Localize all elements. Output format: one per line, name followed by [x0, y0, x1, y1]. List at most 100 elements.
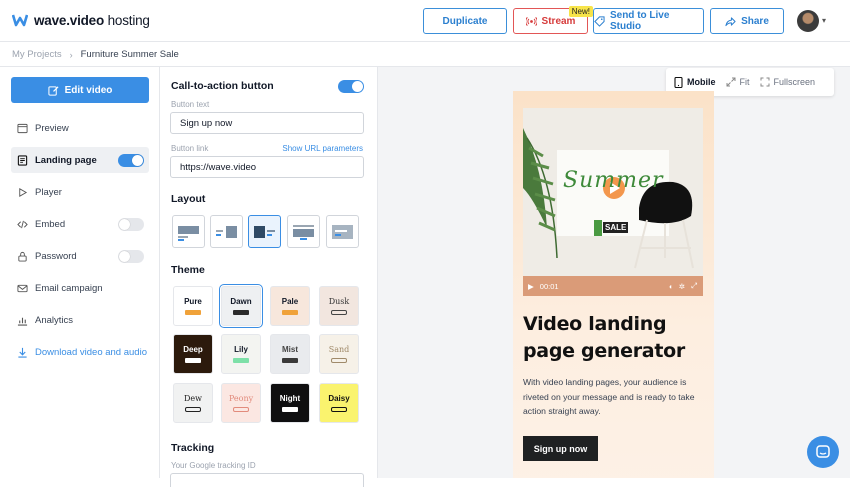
sale-tag: SALE: [603, 222, 629, 233]
theme-option-deep[interactable]: Deep: [173, 334, 213, 374]
show-url-parameters-link[interactable]: Show URL parameters: [282, 144, 363, 153]
code-icon: [17, 220, 28, 228]
theme-name: Dawn: [230, 297, 252, 306]
settings-icon[interactable]: ✲: [679, 282, 685, 291]
sidebar-item-label: Email campaign: [35, 282, 103, 294]
landing-page-toggle[interactable]: [118, 154, 144, 167]
sidebar-item-player[interactable]: Player: [11, 179, 149, 205]
layout-thumbnail-icon: [216, 225, 237, 238]
theme-option-daisy[interactable]: Daisy: [319, 383, 359, 423]
theme-swatch: [282, 407, 298, 412]
fullscreen-view-button[interactable]: Fullscreen: [760, 77, 815, 87]
theme-name: Daisy: [328, 394, 350, 403]
mobile-label: Mobile: [687, 77, 716, 87]
chat-widget-button[interactable]: [807, 436, 839, 468]
embed-toggle[interactable]: [118, 218, 144, 231]
theme-swatch: [185, 310, 201, 315]
theme-option-peony[interactable]: Peony: [221, 383, 261, 423]
sidebar-item-email-campaign[interactable]: Email campaign: [11, 275, 149, 301]
duplicate-button[interactable]: Duplicate: [423, 8, 507, 34]
sidebar-item-embed[interactable]: Embed: [11, 211, 149, 237]
theme-option-mist[interactable]: Mist: [270, 334, 310, 374]
duplicate-label: Duplicate: [442, 15, 488, 27]
sidebar-item-label: Download video and audio: [35, 346, 147, 358]
live-studio-label: Send to Live Studio: [609, 10, 670, 32]
broadcast-icon: [525, 16, 537, 26]
button-link-value: https://wave.video: [180, 161, 257, 173]
fullscreen-icon[interactable]: ⤢: [691, 281, 697, 291]
sidebar-item-landing-page[interactable]: Landing page: [11, 147, 149, 173]
stream-button[interactable]: Stream New!: [513, 6, 593, 34]
sidebar-item-label: Landing page: [35, 154, 97, 166]
settings-panel: Call-to-action button Button text Sign u…: [160, 67, 378, 487]
sidebar-item-download[interactable]: Download video and audio: [11, 339, 149, 365]
avatar[interactable]: [797, 10, 819, 32]
theme-name: Pure: [184, 297, 202, 306]
breadcrumb-root[interactable]: My Projects: [12, 49, 62, 60]
chevron-down-icon[interactable]: ▾: [822, 16, 826, 25]
theme-option-pure[interactable]: Pure: [173, 286, 213, 326]
theme-name: Pale: [281, 297, 299, 306]
theme-name: Night: [279, 394, 301, 403]
sidebar-item-preview[interactable]: Preview: [11, 115, 149, 141]
download-icon: [18, 347, 27, 358]
sidebar-item-label: Password: [35, 250, 77, 262]
cta-section-title: Call-to-action button: [171, 80, 274, 92]
theme-option-sand[interactable]: Sand: [319, 334, 359, 374]
share-icon: [725, 16, 736, 26]
fullscreen-icon: [760, 77, 769, 87]
layout-option-5[interactable]: [326, 215, 359, 248]
tracking-id-input[interactable]: [170, 473, 364, 487]
cta-toggle[interactable]: [338, 80, 364, 93]
new-badge: New!: [568, 6, 593, 17]
logo[interactable]: wave.video hosting: [12, 12, 150, 28]
theme-option-lily[interactable]: Lily: [221, 334, 261, 374]
layout-option-3[interactable]: [248, 215, 281, 248]
layout-option-4[interactable]: [287, 215, 320, 248]
layout-thumbnail-icon: [178, 225, 199, 241]
password-toggle[interactable]: [118, 250, 144, 263]
theme-option-dew[interactable]: Dew: [173, 383, 213, 423]
video-player[interactable]: Summer SALE ▶ 00:01 ◖ ✲ ⤢: [523, 108, 703, 296]
theme-swatch: [233, 407, 249, 412]
theme-option-dusk[interactable]: Dusk: [319, 286, 359, 326]
button-link-input[interactable]: https://wave.video: [170, 156, 364, 178]
button-text-input[interactable]: Sign up now: [170, 112, 364, 134]
edit-icon: [48, 85, 59, 96]
share-button[interactable]: Share: [710, 8, 784, 34]
layout-thumbnail-icon: [254, 225, 275, 238]
play-icon[interactable]: ▶: [528, 282, 534, 291]
theme-name: Peony: [228, 394, 254, 403]
theme-name: Dew: [184, 394, 202, 403]
theme-option-night[interactable]: Night: [270, 383, 310, 423]
sidebar-item-label: Analytics: [35, 314, 74, 326]
video-thumbnail: [523, 108, 703, 296]
theme-swatch: [331, 310, 347, 315]
theme-option-dawn[interactable]: Dawn: [219, 284, 263, 328]
lock-icon: [18, 251, 27, 262]
stream-label: Stream: [541, 15, 576, 27]
send-to-live-studio-button[interactable]: Send to Live Studio: [593, 8, 704, 34]
landing-cta-button[interactable]: Sign up now: [523, 436, 598, 461]
sidebar-item-label: Embed: [35, 218, 66, 230]
theme-swatch: [282, 310, 298, 315]
edit-video-button[interactable]: Edit video: [11, 77, 149, 103]
theme-name: Sand: [328, 345, 350, 354]
layout-option-1[interactable]: [172, 215, 205, 248]
sidebar-item-analytics[interactable]: Analytics: [11, 307, 149, 333]
layout-section-title: Layout: [171, 193, 206, 205]
volume-icon[interactable]: ◖: [668, 282, 673, 291]
breadcrumb-current: Furniture Summer Sale: [80, 49, 179, 60]
theme-swatch: [331, 407, 347, 412]
theme-option-pale[interactable]: Pale: [270, 286, 310, 326]
layout-option-2[interactable]: [210, 215, 243, 248]
mobile-view-button[interactable]: Mobile: [674, 76, 716, 88]
video-title-art: Summer: [563, 168, 664, 193]
sidebar-item-password[interactable]: Password: [11, 243, 149, 269]
logo-text: wave.video hosting: [34, 12, 150, 28]
landing-headline: Video landing page generator: [523, 313, 685, 362]
button-link-label: Button link: [171, 144, 209, 153]
layout-thumbnail-icon: [293, 224, 314, 240]
fit-view-button[interactable]: Fit: [726, 77, 750, 87]
theme-swatch: [331, 358, 347, 363]
